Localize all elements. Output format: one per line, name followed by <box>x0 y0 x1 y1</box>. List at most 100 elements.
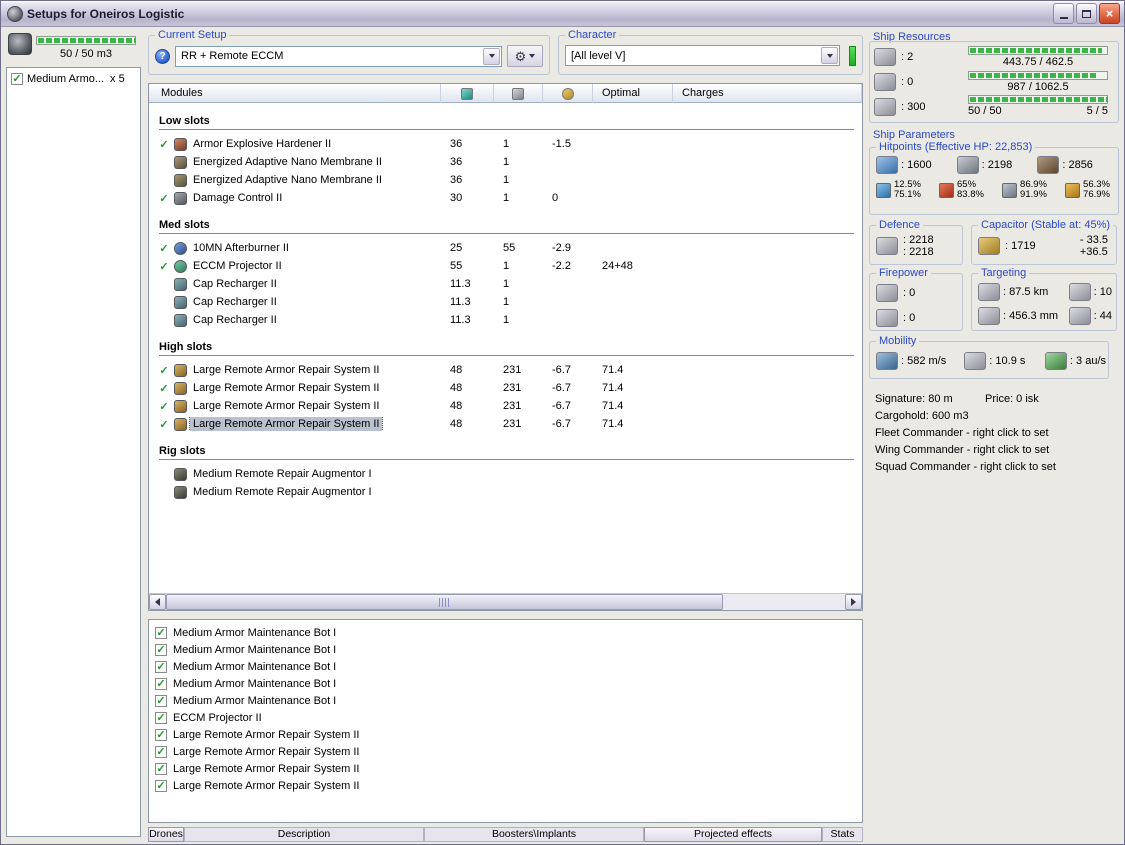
projected-item[interactable]: ✓ Medium Armor Maintenance Bot I <box>155 692 862 709</box>
projected-item[interactable]: ✓ Medium Armor Maintenance Bot I <box>155 675 862 692</box>
module-name[interactable]: Armor Explosive Hardener II <box>190 137 334 151</box>
checkbox-icon[interactable]: ✓ <box>155 677 167 690</box>
setup-combobox-value: RR + Remote ECCM <box>181 50 284 62</box>
em-resist-bottom-value: 75.1% <box>894 189 921 200</box>
module-name[interactable]: Energized Adaptive Nano Membrane II <box>190 155 385 169</box>
charges-column-header[interactable]: Charges <box>673 84 862 103</box>
module-name[interactable]: Large Remote Armor Repair System II <box>190 399 382 413</box>
module-cap: -6.7 <box>552 418 571 430</box>
module-powergrid: 1 <box>503 296 510 308</box>
module-name[interactable]: Cap Recharger II <box>190 277 280 291</box>
module-name[interactable]: Medium Remote Repair Augmentor I <box>190 467 375 481</box>
module-name[interactable]: Cap Recharger II <box>190 313 280 327</box>
character-combobox[interactable]: [All level V] <box>565 45 840 66</box>
titlebar[interactable]: Setups for Oneiros Logistic <box>1 1 1124 27</box>
checkbox-icon[interactable]: ✓ <box>155 643 167 656</box>
module-row[interactable]: Energized Adaptive Nano Membrane II 36 1 <box>149 153 862 171</box>
warp-speed-icon <box>1044 352 1067 370</box>
module-name[interactable]: ECCM Projector II <box>190 259 285 273</box>
checkbox-icon[interactable]: ✓ <box>11 72 23 85</box>
cap-recharger-icon <box>174 295 187 309</box>
setup-tools-button[interactable] <box>507 45 543 67</box>
module-row[interactable]: Medium Remote Repair Augmentor I <box>149 465 862 483</box>
projected-item[interactable]: ✓ Large Remote Armor Repair System II <box>155 760 862 777</box>
fitted-check-icon: ✓ <box>159 364 169 377</box>
drone-bay-list[interactable]: ✓ Medium Armo... x 5 <box>6 67 141 837</box>
warp-speed-value: : 3 au/s <box>1069 355 1106 367</box>
capacitor-column-header[interactable] <box>543 84 593 103</box>
module-row[interactable]: ✓ Armor Explosive Hardener II 36 1 -1.5 <box>149 135 862 153</box>
module-name[interactable]: Medium Remote Repair Augmentor I <box>190 485 375 499</box>
module-row[interactable]: ✓ Damage Control II 30 1 0 <box>149 189 862 207</box>
module-row[interactable]: ✓ 10MN Afterburner II 25 55 -2.9 <box>149 239 862 257</box>
checkbox-icon[interactable]: ✓ <box>155 779 167 792</box>
minimize-button[interactable] <box>1053 3 1074 24</box>
module-row[interactable]: Cap Recharger II 11.3 1 <box>149 293 862 311</box>
module-row[interactable]: Medium Remote Repair Augmentor I <box>149 483 862 501</box>
checkbox-icon[interactable]: ✓ <box>155 762 167 775</box>
bottom-tab-description[interactable]: Description <box>184 827 424 842</box>
cpu-column-header[interactable] <box>441 84 494 103</box>
module-powergrid: 231 <box>503 364 522 376</box>
module-cap: -6.7 <box>552 382 571 394</box>
scroll-right-button[interactable] <box>845 594 862 610</box>
maximize-button[interactable] <box>1076 3 1097 24</box>
projected-item[interactable]: ✓ Medium Armor Maintenance Bot I <box>155 641 862 658</box>
setup-combo-dropdown-icon[interactable] <box>483 47 500 65</box>
checkbox-icon[interactable]: ✓ <box>155 745 167 758</box>
modules-column-header[interactable]: Modules <box>149 84 441 103</box>
em-resist: 12.5% 75.1% <box>876 180 921 200</box>
nano-membrane-icon <box>174 155 187 169</box>
modules-table-body[interactable]: Low slots ✓ Armor Explosive Hardener II … <box>149 103 862 593</box>
module-row[interactable]: ✓ ECCM Projector II 55 1 -2.2 24+48 <box>149 257 862 275</box>
module-row[interactable]: ✓ Large Remote Armor Repair System II 48… <box>149 379 862 397</box>
module-name[interactable]: Large Remote Armor Repair System II <box>188 417 384 431</box>
slot-section-header: Med slots <box>159 219 854 234</box>
module-name[interactable]: Damage Control II <box>190 191 285 205</box>
scrollbar-thumb[interactable] <box>166 594 723 610</box>
bottom-tab-boosters-implants[interactable]: Boosters\Implants <box>424 827 644 842</box>
module-row[interactable]: Cap Recharger II 11.3 1 <box>149 311 862 329</box>
module-row[interactable]: ✓ Large Remote Armor Repair System II 48… <box>149 361 862 379</box>
projected-item[interactable]: ✓ Large Remote Armor Repair System II <box>155 743 862 760</box>
price-value: Price: 0 isk <box>985 393 1039 405</box>
scroll-left-button[interactable] <box>149 594 166 610</box>
modules-table-header[interactable]: Modules Optimal Charges <box>149 84 862 103</box>
modules-panel: Modules Optimal Charges Low slots ✓ Armo… <box>148 83 863 611</box>
module-row[interactable]: ✓ Large Remote Armor Repair System II 48… <box>149 397 862 415</box>
projected-item[interactable]: ✓ Medium Armor Maintenance Bot I <box>155 624 862 641</box>
launcher-hardpoints-value: : 0 <box>901 76 914 88</box>
module-name[interactable]: 10MN Afterburner II <box>190 241 292 255</box>
close-button[interactable] <box>1099 3 1120 24</box>
setup-combobox[interactable]: RR + Remote ECCM <box>175 45 502 67</box>
scrollbar-track[interactable] <box>166 594 845 610</box>
optimal-column-header[interactable]: Optimal <box>593 84 673 103</box>
checkbox-icon[interactable]: ✓ <box>155 728 167 741</box>
module-name[interactable]: Cap Recharger II <box>190 295 280 309</box>
drone-bay-item[interactable]: ✓ Medium Armo... x 5 <box>9 70 138 87</box>
powergrid-bar <box>968 70 1108 80</box>
checkbox-icon[interactable]: ✓ <box>155 660 167 673</box>
projected-item[interactable]: ✓ ECCM Projector II <box>155 709 862 726</box>
checkbox-icon[interactable]: ✓ <box>155 626 167 639</box>
module-row[interactable]: Energized Adaptive Nano Membrane II 36 1 <box>149 171 862 189</box>
powergrid-column-header[interactable] <box>494 84 543 103</box>
module-row[interactable]: Cap Recharger II 11.3 1 <box>149 275 862 293</box>
character-combo-dropdown-icon[interactable] <box>821 47 838 64</box>
projected-item[interactable]: ✓ Large Remote Armor Repair System II <box>155 777 862 794</box>
modules-hscrollbar[interactable] <box>149 593 862 610</box>
bottom-tab-drones[interactable]: Drones <box>148 827 184 842</box>
help-icon[interactable] <box>155 48 170 64</box>
character-label: Character <box>565 29 620 41</box>
module-name[interactable]: Large Remote Armor Repair System II <box>190 381 382 395</box>
projected-item[interactable]: ✓ Medium Armor Maintenance Bot I <box>155 658 862 675</box>
checkbox-icon[interactable]: ✓ <box>155 711 167 724</box>
projected-item[interactable]: ✓ Large Remote Armor Repair System II <box>155 726 862 743</box>
bottom-tab-stats[interactable]: Stats <box>822 827 863 842</box>
module-row[interactable]: ✓ Large Remote Armor Repair System II 48… <box>149 415 862 433</box>
module-name[interactable]: Large Remote Armor Repair System II <box>190 363 382 377</box>
checkbox-icon[interactable]: ✓ <box>155 694 167 707</box>
bottom-tab-projected-effects[interactable]: Projected effects <box>644 827 822 842</box>
module-name[interactable]: Energized Adaptive Nano Membrane II <box>190 173 385 187</box>
drones-panel[interactable]: ✓ Medium Armor Maintenance Bot I ✓ Mediu… <box>148 619 863 823</box>
